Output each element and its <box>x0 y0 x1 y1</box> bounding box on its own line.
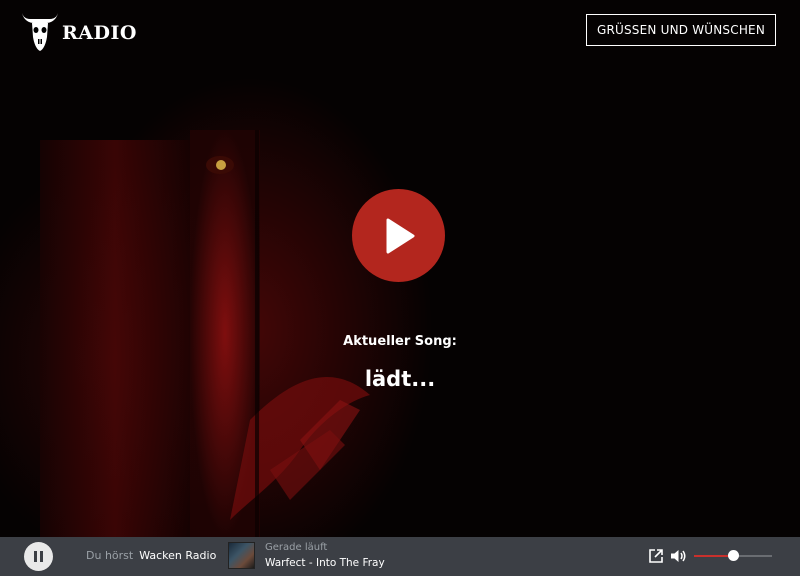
greet-and-wish-button[interactable]: GRÜSSEN UND WÜNSCHEN <box>586 14 776 46</box>
pause-icon <box>33 551 45 562</box>
volume-slider[interactable] <box>694 549 772 563</box>
player-bar: Du hörst Wacken Radio Gerade läuft Warfe… <box>0 537 800 576</box>
volume-icon[interactable] <box>670 548 687 564</box>
now-playing-track: Warfect - Into The Fray <box>265 557 385 569</box>
pause-button[interactable] <box>24 542 53 571</box>
station-name: Wacken Radio <box>139 549 217 562</box>
current-song-value: lädt... <box>364 367 436 391</box>
bull-skull-icon <box>22 13 58 51</box>
play-icon <box>386 218 414 253</box>
play-button[interactable] <box>352 189 445 282</box>
station-info: Du hörst Wacken Radio <box>86 549 216 562</box>
now-playing-label: Gerade läuft <box>265 542 328 553</box>
current-song-label: Aktueller Song: <box>343 334 457 349</box>
album-cover <box>228 542 255 569</box>
site-logo[interactable]: RADIO <box>20 8 137 54</box>
listening-label: Du hörst <box>86 549 134 562</box>
hero-stage: RADIO GRÜSSEN UND WÜNSCHEN Aktueller Son… <box>0 0 800 537</box>
logo-text: RADIO <box>62 22 137 44</box>
volume-handle[interactable] <box>728 550 739 561</box>
popout-external-link-icon[interactable] <box>648 548 664 564</box>
